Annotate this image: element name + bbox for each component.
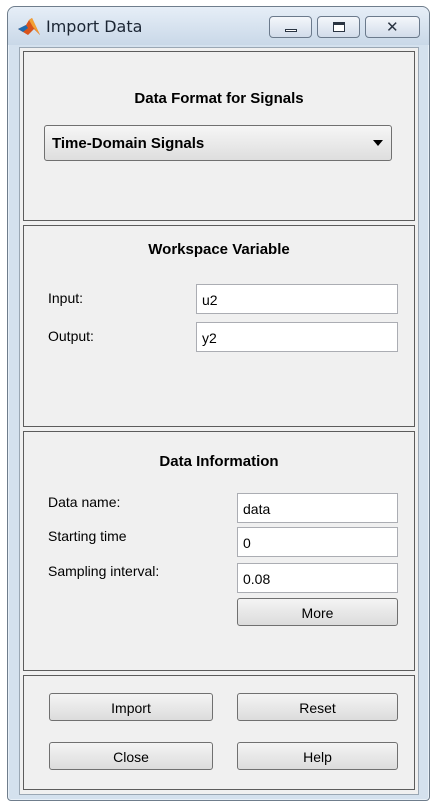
matlab-logo-icon [18, 18, 40, 35]
starting-time-label: Starting time [48, 528, 127, 544]
sampling-interval-label: Sampling interval: [48, 563, 160, 579]
close-button[interactable]: Close [49, 742, 213, 770]
window-title: Import Data [46, 17, 143, 36]
data-format-selected: Time-Domain Signals [52, 135, 205, 152]
input-field[interactable]: u2 [196, 284, 398, 314]
data-format-panel: Data Format for Signals Time-Domain Sign… [23, 51, 415, 221]
maximize-button[interactable] [317, 16, 360, 38]
dialog-client-area: Data Format for Signals Time-Domain Sign… [19, 47, 419, 795]
data-information-heading: Data Information [159, 453, 279, 470]
input-label: Input: [48, 290, 84, 306]
starting-time-field[interactable]: 0 [237, 527, 398, 557]
data-name-label: Data name: [48, 494, 121, 510]
minimize-icon [285, 29, 297, 32]
chevron-down-icon [373, 140, 383, 146]
maximize-icon [333, 22, 345, 32]
help-button[interactable]: Help [237, 742, 398, 770]
data-information-panel: Data Information Data name: data Startin… [23, 431, 415, 671]
data-name-field[interactable]: data [237, 493, 398, 523]
data-format-heading: Data Format for Signals [134, 90, 304, 107]
workspace-variable-panel: Workspace Variable Input: u2 Output: y2 [23, 225, 415, 427]
output-label: Output: [48, 328, 94, 344]
import-button[interactable]: Import [49, 693, 213, 721]
minimize-button[interactable] [269, 16, 312, 38]
actions-panel: Import Reset Close Help [23, 675, 415, 790]
close-icon: ✕ [386, 18, 399, 36]
reset-button[interactable]: Reset [237, 693, 398, 721]
workspace-variable-heading: Workspace Variable [148, 241, 290, 258]
more-button[interactable]: More [237, 598, 398, 626]
output-field[interactable]: y2 [196, 322, 398, 352]
data-format-dropdown[interactable]: Time-Domain Signals [44, 125, 392, 161]
title-bar[interactable]: Import Data ✕ [8, 7, 429, 45]
import-data-window: Import Data ✕ Data Format for Signals Ti… [7, 6, 430, 801]
sampling-interval-field[interactable]: 0.08 [237, 563, 398, 593]
close-window-button[interactable]: ✕ [365, 16, 420, 38]
